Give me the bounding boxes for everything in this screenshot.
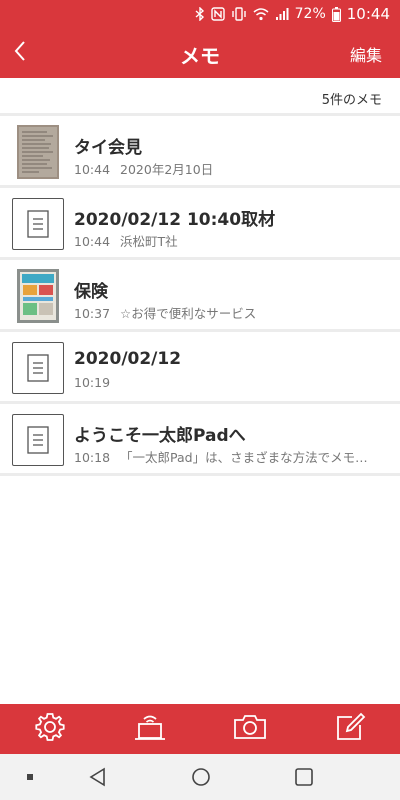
- pc-transfer-button[interactable]: [125, 704, 175, 754]
- memo-title: 2020/02/12: [74, 349, 182, 369]
- memo-title: 2020/02/12 10:40取材: [74, 210, 276, 230]
- battery-icon: [331, 6, 341, 22]
- memo-title: 保険: [74, 282, 108, 302]
- document-icon: [12, 414, 64, 466]
- memo-thumbnail-photo: [17, 269, 59, 323]
- memo-time: 10:37: [74, 306, 111, 321]
- camera-icon: [232, 711, 268, 747]
- settings-button[interactable]: [25, 704, 75, 754]
- status-icons: 72% 10:44: [195, 4, 390, 24]
- new-memo-button[interactable]: [325, 704, 375, 754]
- bottom-toolbar: [0, 704, 400, 754]
- clock: 10:44: [346, 5, 390, 23]
- settings-icon: [34, 711, 66, 747]
- memo-count-bar: 5件のメモ: [0, 78, 400, 116]
- battery-percent: 72%: [294, 6, 326, 22]
- camera-button[interactable]: [225, 704, 275, 754]
- recent-dot-icon[interactable]: [18, 765, 42, 789]
- memo-time: 10:44: [74, 162, 111, 177]
- memo-thumbnail-photo: [17, 125, 59, 179]
- app-header: メモ 編集: [0, 28, 400, 78]
- memo-count-label: 5件のメモ: [321, 93, 382, 108]
- memo-subtitle: ☆お得で便利なサービス: [120, 306, 257, 321]
- memo-item[interactable]: 2020/02/12 10:40取材 10:44 浜松町T社: [0, 188, 400, 260]
- memo-subtitle: 2020年2月10日: [120, 162, 214, 177]
- system-nav-bar: [0, 754, 400, 800]
- memo-subtitle: 「一太郎Pad」は、さまざまな方法でメモ…: [120, 450, 368, 465]
- page-title: メモ: [180, 44, 220, 68]
- document-icon: [12, 342, 64, 394]
- back-triangle-icon[interactable]: [86, 765, 110, 789]
- memo-title: ようこそ一太郎Padへ: [74, 426, 246, 446]
- nfc-icon: [210, 7, 225, 21]
- memo-item[interactable]: 2020/02/12 10:19: [0, 332, 400, 404]
- bluetooth-icon: [195, 7, 205, 21]
- signal-icon: [275, 7, 289, 21]
- memo-subtitle-row: 10:19: [74, 375, 120, 390]
- memo-subtitle-row: 10:18 「一太郎Pad」は、さまざまな方法でメモ…: [74, 447, 368, 466]
- document-icon: [12, 198, 64, 250]
- overview-square-icon[interactable]: [292, 765, 316, 789]
- memo-item[interactable]: 保険 10:37 ☆お得で便利なサービス: [0, 260, 400, 332]
- memo-subtitle-row: 10:44 浜松町T社: [74, 231, 178, 250]
- memo-subtitle: 浜松町T社: [120, 234, 178, 249]
- memo-item[interactable]: ようこそ一太郎Padへ 10:18 「一太郎Pad」は、さまざまな方法でメモ…: [0, 404, 400, 476]
- new-memo-icon: [334, 711, 366, 747]
- memo-time: 10:44: [74, 234, 111, 249]
- status-bar: 72% 10:44: [0, 0, 400, 28]
- memo-subtitle-row: 10:44 2020年2月10日: [74, 159, 213, 178]
- memo-list: タイ会見 10:44 2020年2月10日 2020/02/12 10:40取材 …: [0, 116, 400, 476]
- memo-time: 10:19: [74, 375, 111, 390]
- home-circle-icon[interactable]: [189, 765, 213, 789]
- memo-time: 10:18: [74, 450, 111, 465]
- memo-subtitle-row: 10:37 ☆お得で便利なサービス: [74, 303, 256, 322]
- pc-transfer-icon: [132, 711, 168, 747]
- memo-title: タイ会見: [74, 138, 142, 158]
- edit-button[interactable]: 編集: [350, 42, 382, 66]
- vibrate-icon: [231, 7, 247, 21]
- wifi-icon: [253, 7, 269, 21]
- memo-item[interactable]: タイ会見 10:44 2020年2月10日: [0, 116, 400, 188]
